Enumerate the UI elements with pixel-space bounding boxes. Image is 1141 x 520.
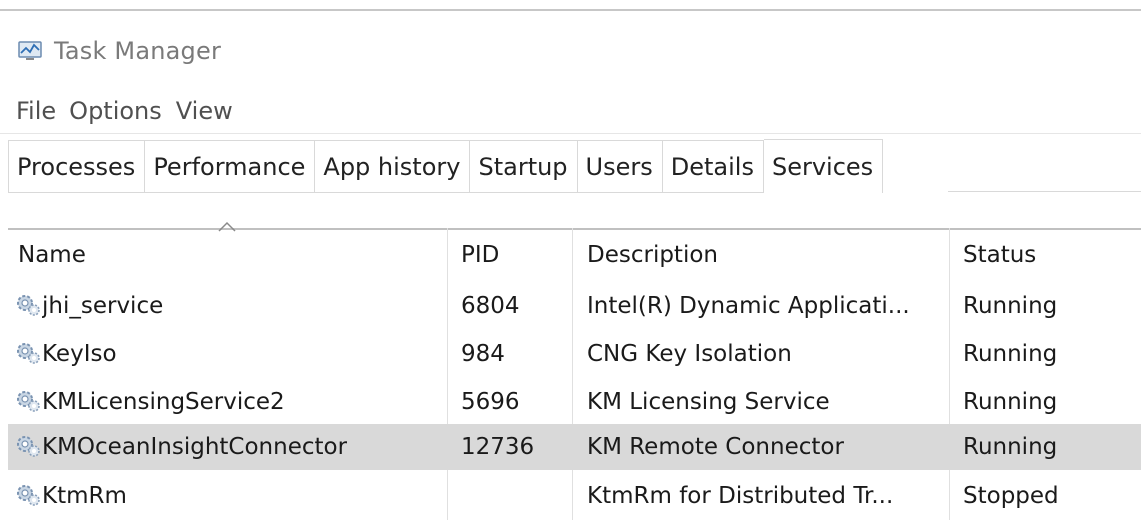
service-name: KMLicensingService2 [42,389,285,415]
service-description: KtmRm for Distributed Tr... [587,483,894,509]
column-header-status[interactable]: Status [963,242,1036,268]
service-pid: 6804 [461,293,520,319]
service-name: jhi_service [42,293,164,319]
tab-bar: Processes Performance App history Startu… [0,139,1141,194]
tab-users[interactable]: Users [577,141,663,193]
table-row[interactable]: KtmRm KtmRm for Distributed Tr... Stoppe… [8,473,1141,519]
menu-view[interactable]: View [172,97,243,125]
column-header-pid[interactable]: PID [461,242,499,268]
table-row[interactable]: jhi_service 6804 Intel(R) Dynamic Applic… [8,283,1141,329]
service-description: CNG Key Isolation [587,341,792,367]
service-status: Running [963,389,1058,415]
service-name: KeyIso [42,341,117,367]
menu-file[interactable]: File [0,97,65,125]
tab-app-history[interactable]: App history [315,141,471,193]
gear-service-icon [17,485,40,506]
task-manager-icon [18,41,42,60]
service-status: Running [963,341,1058,367]
gear-service-icon [17,391,40,412]
menu-bar: File Options View [0,92,243,130]
table-row[interactable]: KMLicensingService2 5696 KM Licensing Se… [8,379,1141,425]
tab-startup[interactable]: Startup [470,141,578,193]
service-pid: 5696 [461,389,520,415]
tab-processes[interactable]: Processes [9,141,146,193]
table-row-selected[interactable]: KMOceanInsightConnector 12736 KM Remote … [8,424,1141,470]
column-header-description[interactable]: Description [587,242,718,268]
service-status: Running [963,434,1058,460]
tab-details[interactable]: Details [662,141,764,193]
tab-bar-baseline [948,191,1141,192]
service-name: KtmRm [42,483,127,509]
sort-ascending-icon[interactable] [218,220,236,232]
table-row[interactable]: KeyIso 984 CNG Key Isolation Running [8,331,1141,377]
gear-service-icon [17,295,40,316]
service-description: KM Remote Connector [587,434,844,460]
column-header-border [8,228,1141,230]
menu-options[interactable]: Options [65,97,172,125]
gear-service-icon [17,436,40,457]
column-header-name[interactable]: Name [18,242,86,268]
title-bar: Task Manager [18,34,221,68]
service-status: Running [963,293,1058,319]
service-name: KMOceanInsightConnector [42,434,348,460]
window-title: Task Manager [54,37,222,65]
menu-separator [0,133,1141,134]
tab-performance[interactable]: Performance [145,141,316,193]
service-description: Intel(R) Dynamic Applicati... [587,293,910,319]
service-status: Stopped [963,483,1059,509]
service-pid: 984 [461,341,505,367]
tab-services[interactable]: Services [763,139,884,193]
service-description: KM Licensing Service [587,389,830,415]
window-top-border [0,9,1141,11]
service-pid: 12736 [461,434,535,460]
gear-service-icon [17,343,40,364]
